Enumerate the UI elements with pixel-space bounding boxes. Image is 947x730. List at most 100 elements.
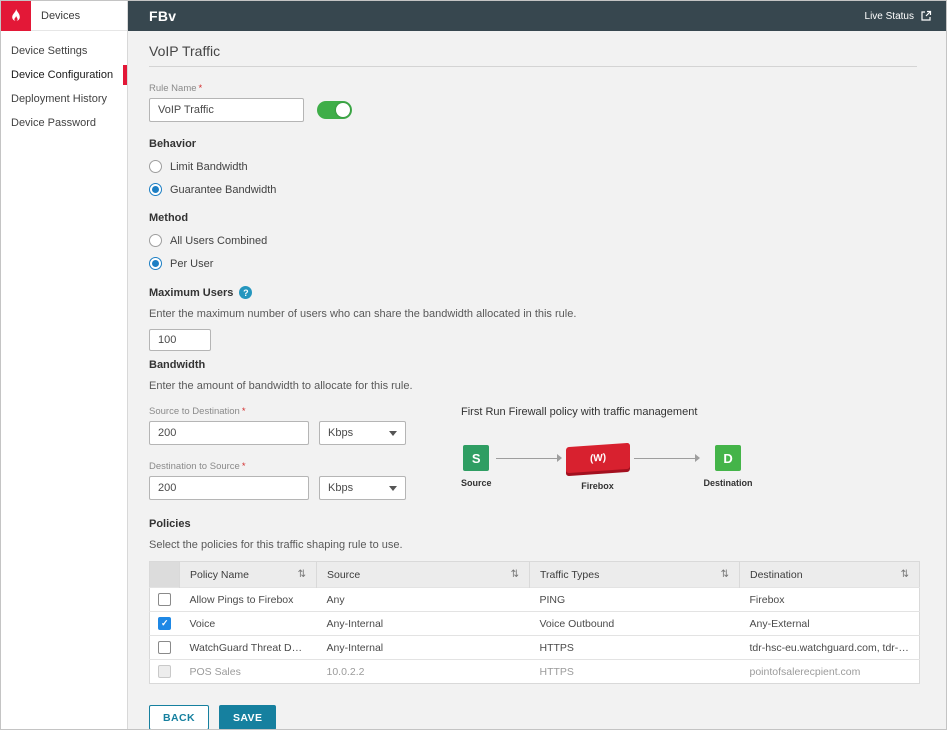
radio-guarantee-bandwidth[interactable]: Guarantee Bandwidth xyxy=(149,183,917,196)
destination-node-label: Destination xyxy=(704,478,753,488)
diagram-row: S Source (W) Firebox D Destination xyxy=(461,445,753,491)
firebox-icon: (W) xyxy=(566,443,630,473)
save-button[interactable]: SAVE xyxy=(219,705,276,729)
radio-icon xyxy=(149,160,162,173)
destination-to-source-input[interactable] xyxy=(149,476,309,500)
cell-source: Any-Internal xyxy=(317,636,530,660)
table-row: Voice Any-Internal Voice Outbound Any-Ex… xyxy=(150,612,920,636)
sort-icon[interactable]: ⇅ xyxy=(511,569,519,580)
firebox-node-label: Firebox xyxy=(581,481,614,491)
required-marker: * xyxy=(242,406,246,417)
firebox-node: (W) Firebox xyxy=(566,445,630,491)
destination-to-source-row: Kbps xyxy=(149,476,406,500)
sort-icon[interactable]: ⇅ xyxy=(721,569,729,580)
policy-checkbox[interactable] xyxy=(158,593,171,606)
rule-enabled-toggle[interactable] xyxy=(317,101,352,119)
sidebar-item-deployment-history[interactable]: Deployment History xyxy=(1,87,127,111)
chevron-down-icon xyxy=(389,486,397,491)
cell-traffic-types: Voice Outbound xyxy=(530,612,740,636)
checkbox-column-header xyxy=(150,562,180,588)
arrow-right-icon xyxy=(634,445,700,471)
sidebar: Devices Device Settings Device Configura… xyxy=(1,1,128,729)
rule-name-input[interactable] xyxy=(149,98,304,122)
table-row: WatchGuard Threat Detectio... Any-Intern… xyxy=(150,636,920,660)
flame-icon xyxy=(8,8,24,24)
sidebar-item-device-password[interactable]: Device Password xyxy=(1,111,127,135)
behavior-label: Behavior xyxy=(149,138,917,150)
live-status-label: Live Status xyxy=(865,11,914,22)
maximum-users-description: Enter the maximum number of users who ca… xyxy=(149,308,917,320)
sidebar-header: Devices xyxy=(1,1,127,31)
diagram-caption: First Run Firewall policy with traffic m… xyxy=(461,406,753,418)
rule-name-row xyxy=(149,98,917,122)
radio-all-users-combined[interactable]: All Users Combined xyxy=(149,234,917,247)
radio-label: Per User xyxy=(170,258,213,270)
cell-policy-name: POS Sales xyxy=(180,660,317,684)
page-title: VoIP Traffic xyxy=(149,43,917,59)
top-header-bar: FBv Live Status xyxy=(128,1,946,31)
required-marker: * xyxy=(242,461,246,472)
radio-label: Guarantee Bandwidth xyxy=(170,184,276,196)
source-node-label: Source xyxy=(461,478,492,488)
cell-traffic-types: PING xyxy=(530,588,740,612)
maximum-users-input[interactable] xyxy=(149,329,211,351)
bandwidth-section: Source to Destination* Kbps Destination … xyxy=(149,392,917,500)
cell-destination: tdr-hsc-eu.watchguard.com, tdr-hsc-na.wa… xyxy=(740,636,920,660)
cell-destination: Firebox xyxy=(740,588,920,612)
app-window: Devices Device Settings Device Configura… xyxy=(0,0,947,730)
source-node: S Source xyxy=(461,445,492,488)
watchguard-logo-button[interactable] xyxy=(1,1,31,31)
cell-policy-name: Voice xyxy=(180,612,317,636)
back-button[interactable]: BACK xyxy=(149,705,209,729)
cell-source: Any xyxy=(317,588,530,612)
column-header-policy-name[interactable]: Policy Name⇅ xyxy=(180,562,317,588)
cell-source: Any-Internal xyxy=(317,612,530,636)
cell-policy-name: WatchGuard Threat Detectio... xyxy=(180,636,317,660)
required-marker: * xyxy=(199,83,203,94)
policy-checkbox[interactable] xyxy=(158,665,171,678)
cell-traffic-types: HTTPS xyxy=(530,660,740,684)
policy-checkbox[interactable] xyxy=(158,617,171,630)
bandwidth-label: Bandwidth xyxy=(149,359,917,371)
radio-limit-bandwidth[interactable]: Limit Bandwidth xyxy=(149,160,917,173)
destination-square-icon: D xyxy=(715,445,741,471)
bandwidth-description: Enter the amount of bandwidth to allocat… xyxy=(149,380,917,392)
policy-checkbox[interactable] xyxy=(158,641,171,654)
method-label: Method xyxy=(149,212,917,224)
source-to-destination-label: Source to Destination* xyxy=(149,406,406,417)
column-header-traffic-types[interactable]: Traffic Types⇅ xyxy=(530,562,740,588)
sidebar-title: Devices xyxy=(41,10,80,22)
sort-icon[interactable]: ⇅ xyxy=(901,569,909,580)
column-header-source[interactable]: Source⇅ xyxy=(317,562,530,588)
sidebar-item-device-configuration[interactable]: Device Configuration xyxy=(1,63,127,87)
sidebar-item-device-settings[interactable]: Device Settings xyxy=(1,39,127,63)
arrow-right-icon xyxy=(496,445,562,471)
action-buttons: BACK SAVE xyxy=(149,705,917,729)
content-panel: VoIP Traffic Rule Name* Behavior Limit B… xyxy=(128,31,946,729)
radio-per-user[interactable]: Per User xyxy=(149,257,917,270)
main-area: FBv Live Status VoIP Traffic Rule Name* xyxy=(128,1,946,729)
help-icon[interactable]: ? xyxy=(239,286,252,299)
policies-table: Policy Name⇅ Source⇅ Traffic Types⇅ Dest… xyxy=(149,561,920,684)
device-title: FBv xyxy=(149,8,176,24)
destination-to-source-unit-select[interactable]: Kbps xyxy=(319,476,406,500)
selected-unit: Kbps xyxy=(328,482,353,494)
chevron-down-icon xyxy=(389,431,397,436)
cell-destination: pointofsalerecpient.com xyxy=(740,660,920,684)
sort-icon[interactable]: ⇅ xyxy=(298,569,306,580)
source-to-destination-row: Kbps xyxy=(149,421,406,445)
bandwidth-inputs: Source to Destination* Kbps Destination … xyxy=(149,392,406,500)
traffic-diagram: First Run Firewall policy with traffic m… xyxy=(461,392,753,500)
source-to-destination-input[interactable] xyxy=(149,421,309,445)
external-link-icon xyxy=(920,10,932,22)
table-row: Allow Pings to Firebox Any PING Firebox xyxy=(150,588,920,612)
destination-node: D Destination xyxy=(704,445,753,488)
cell-traffic-types: HTTPS xyxy=(530,636,740,660)
column-header-destination[interactable]: Destination⇅ xyxy=(740,562,920,588)
policies-label: Policies xyxy=(149,518,917,530)
policies-description: Select the policies for this traffic sha… xyxy=(149,539,917,551)
live-status-link[interactable]: Live Status xyxy=(865,10,932,22)
radio-icon xyxy=(149,257,162,270)
rule-name-label: Rule Name* xyxy=(149,83,917,94)
source-to-destination-unit-select[interactable]: Kbps xyxy=(319,421,406,445)
